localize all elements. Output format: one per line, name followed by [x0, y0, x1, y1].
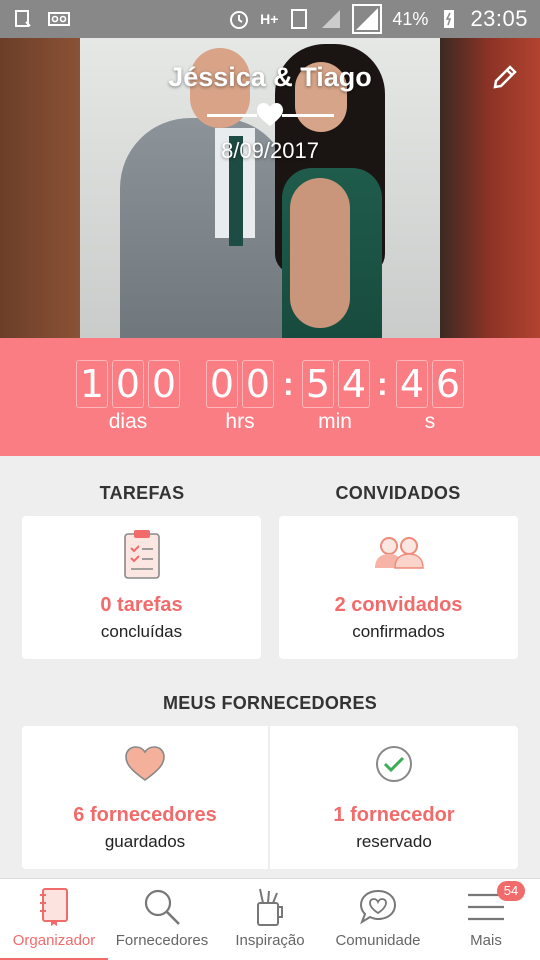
countdown-digit: 6: [432, 360, 464, 408]
countdown-digit: 0: [206, 360, 238, 408]
tasks-sub: concluídas: [100, 622, 183, 641]
booked-vendors-sub: reservado: [356, 832, 432, 851]
tasks-count: 0 tarefas: [100, 594, 183, 616]
clipboard-checklist-icon: [123, 530, 160, 579]
countdown-days: 1 0 0: [76, 360, 180, 408]
tasks-section-title: TAREFAS: [99, 483, 185, 503]
wedding-date: 8/09/2017: [221, 138, 319, 163]
saved-vendors-card[interactable]: 6 fornecedores guardados: [22, 726, 268, 869]
bottom-navigation: Organizador Fornecedores Inspiração Comu…: [0, 878, 540, 960]
saved-vendors-sub: guardados: [104, 832, 186, 851]
guests-card[interactable]: 2 convidados confirmados: [279, 516, 518, 659]
heart-icon: [257, 103, 283, 126]
tools-cup-icon: [257, 888, 283, 926]
saved-vendors-count: 6 fornecedores: [73, 804, 217, 826]
countdown-label-minutes: min: [318, 410, 352, 433]
nav-organizador[interactable]: Organizador: [0, 879, 108, 960]
countdown-digit: 4: [396, 360, 428, 408]
edit-pencil-icon[interactable]: [490, 62, 520, 92]
couple-names: Jéssica & Tiago: [168, 62, 372, 92]
nav-label: Comunidade: [335, 932, 421, 949]
booked-vendors-count: 1 fornecedor: [333, 804, 455, 826]
countdown-colon: :: [283, 366, 294, 402]
countdown-label-hours: hrs: [225, 410, 255, 433]
nav-label: Organizador: [12, 932, 96, 949]
signal-icon: [322, 10, 341, 28]
sim-icon: [291, 9, 308, 29]
countdown-hours: 0 0: [206, 360, 274, 408]
guests-section-title: CONVIDADOS: [335, 483, 461, 503]
guests-people-icon: [374, 537, 424, 569]
clock: 23:05: [470, 6, 528, 31]
notification-badge: 54: [497, 881, 525, 901]
voicemail-icon: [48, 12, 70, 26]
signal-icon-2: [352, 4, 383, 34]
countdown-seconds: 4 6: [396, 360, 464, 408]
countdown-digit: 0: [242, 360, 274, 408]
countdown-digit: 0: [112, 360, 144, 408]
nav-inspiracao[interactable]: Inspiração: [216, 879, 324, 960]
download-icon: [15, 10, 31, 27]
tasks-card[interactable]: 0 tarefas concluídas: [22, 516, 261, 659]
countdown-digit: 1: [76, 360, 108, 408]
countdown-minutes: 5 4: [302, 360, 370, 408]
countdown-digit: 0: [148, 360, 180, 408]
network-type: H+: [260, 11, 279, 27]
divider-left: [207, 114, 257, 117]
countdown-colon: :: [377, 366, 388, 402]
vendors-section-title: MEUS FORNECEDORES: [162, 693, 378, 713]
countdown-digit: 5: [302, 360, 334, 408]
nav-fornecedores[interactable]: Fornecedores: [108, 879, 216, 960]
guests-sub: confirmados: [352, 622, 445, 641]
nav-label: Inspiração: [235, 932, 305, 949]
heart-chat-icon: [359, 889, 397, 925]
search-icon: [144, 889, 180, 925]
battery-percent: 41%: [392, 8, 429, 29]
nav-label: Mais: [470, 932, 502, 949]
alarm-icon: [230, 11, 249, 29]
countdown-label-seconds: s: [424, 410, 436, 433]
divider-right: [282, 114, 334, 117]
countdown-panel: 1 0 0 0 0 : 5 4 : 4 6: [0, 338, 540, 456]
countdown-label-days: dias: [108, 410, 148, 433]
guests-count: 2 convidados: [334, 594, 463, 616]
battery-icon: [444, 10, 455, 28]
nav-label: Fornecedores: [115, 932, 209, 949]
check-circle-icon: [376, 746, 412, 782]
booked-vendors-card[interactable]: 1 fornecedor reservado: [270, 726, 518, 869]
heart-icon: [125, 746, 165, 781]
countdown-digit: 4: [338, 360, 370, 408]
nav-comunidade[interactable]: Comunidade: [324, 879, 432, 960]
status-bar: H+ 41% 23:05: [0, 0, 540, 38]
notebook-icon: [40, 888, 68, 926]
